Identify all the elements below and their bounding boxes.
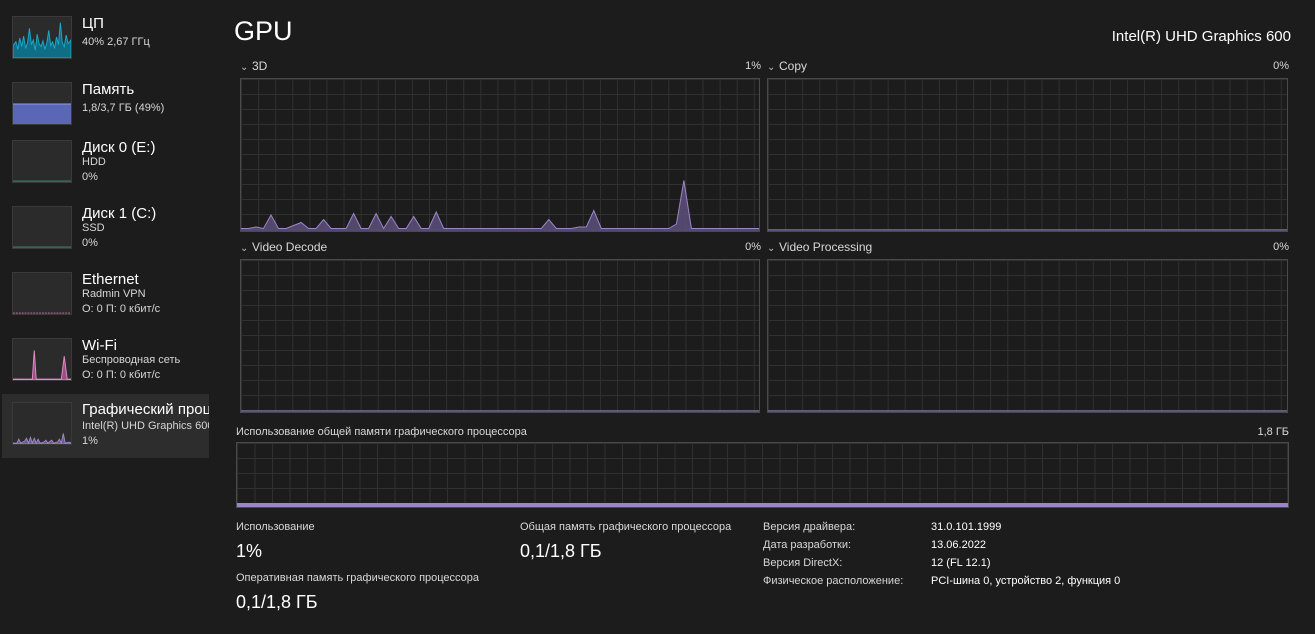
sidebar-item-title: Диск 0 (E:): [82, 139, 156, 156]
sidebar-item-title: Wi-Fi: [82, 337, 117, 354]
physical-location-value: PCI-шина 0, устройство 2, функция 0: [931, 575, 1121, 587]
shared-memory-label: Использование общей памяти графического …: [236, 426, 527, 438]
sidebar-item-detail: 0%: [82, 237, 98, 249]
gpu-performance-panel: GPU Intel(R) UHD Graphics 600 ⌄ 3D 1% ⌄ Co…: [212, 0, 1315, 634]
usage-area-chart: [241, 180, 759, 231]
chevron-down-icon: ⌄: [240, 62, 249, 73]
driver-date-label: Дата разработки:: [763, 539, 852, 551]
sidebar-item-title: Графический процессор 0: [82, 401, 209, 418]
shared-memory-graph: [236, 442, 1289, 508]
chevron-down-icon: ⌄: [767, 243, 776, 254]
engine-selector-copy[interactable]: ⌄ Copy: [767, 59, 807, 73]
usage-area-chart: [768, 410, 1287, 412]
shared-memory-fill: [237, 503, 1288, 507]
utilization-value: 1%: [236, 541, 263, 561]
engine-name: Copy: [779, 59, 808, 73]
disk-0-thumbnail-graph: [12, 140, 72, 183]
shared-gpu-memory-value: 0,1/1,8 ГБ: [520, 541, 602, 561]
gpu-thumbnail-graph: [12, 402, 72, 445]
chevron-down-icon: ⌄: [240, 243, 249, 254]
chevron-down-icon: ⌄: [767, 62, 776, 73]
engine-graph-3d: [240, 78, 760, 232]
engine-name: Video Processing: [779, 240, 873, 254]
engine-percent: 0%: [1273, 241, 1289, 253]
page-title: GPU: [234, 16, 293, 46]
sidebar-item-title: ЦП: [82, 15, 104, 32]
sidebar-item-disk-1[interactable]: Диск 1 (C:) SSD 0%: [2, 198, 209, 262]
shared-memory-capacity: 1,8 ГБ: [1257, 426, 1289, 438]
gpu-device-name: Intel(R) UHD Graphics 600: [1111, 28, 1291, 45]
sidebar: ЦП 40% 2,67 ГГц Память 1,8/3,7 ГБ (49%) …: [0, 0, 212, 634]
sidebar-item-detail: Intel(R) UHD Graphics 600: [82, 420, 209, 432]
engine-percent: 0%: [745, 241, 761, 253]
sidebar-item-wifi[interactable]: Wi-Fi Беспроводная сеть О: 0 П: 0 кбит/с: [2, 330, 209, 394]
sidebar-item-detail: 40% 2,67 ГГц: [82, 36, 150, 48]
shared-gpu-memory-label: Общая память графического процессора: [520, 521, 732, 533]
directx-version-value: 12 (FL 12.1): [931, 557, 991, 569]
engine-name: 3D: [252, 59, 268, 73]
sidebar-item-detail: Radmin VPN: [82, 288, 146, 300]
sidebar-item-memory[interactable]: Память 1,8/3,7 ГБ (49%): [2, 74, 209, 138]
physical-location-label: Физическое расположение:: [763, 575, 904, 587]
engine-selector-3d[interactable]: ⌄ 3D: [240, 59, 267, 73]
cpu-thumbnail-graph: [12, 16, 72, 59]
sidebar-item-detail: HDD: [82, 156, 106, 168]
sidebar-item-detail: 1,8/3,7 ГБ (49%): [82, 102, 165, 114]
engine-selector-video-processing[interactable]: ⌄ Video Processing: [767, 240, 872, 254]
usage-area-chart: [241, 410, 759, 412]
gpu-ram-label: Оперативная память графического процессо…: [236, 572, 480, 584]
sidebar-item-title: Память: [82, 81, 135, 98]
usage-area-chart: [768, 229, 1287, 231]
driver-version-label: Версия драйвера:: [763, 521, 856, 533]
sidebar-item-ethernet[interactable]: Ethernet Radmin VPN О: 0 П: 0 кбит/с: [2, 264, 209, 328]
engine-percent: 0%: [1273, 60, 1289, 72]
engine-graph-video-processing: [767, 259, 1288, 413]
wifi-thumbnail-graph: [12, 338, 72, 381]
ethernet-thumbnail-graph: [12, 272, 72, 315]
sidebar-item-detail: 0%: [82, 171, 98, 183]
gpu-ram-value: 0,1/1,8 ГБ: [236, 592, 318, 612]
sidebar-item-detail: SSD: [82, 222, 105, 234]
disk-1-thumbnail-graph: [12, 206, 72, 249]
sidebar-item-detail: О: 0 П: 0 кбит/с: [82, 369, 161, 381]
sidebar-item-disk-0[interactable]: Диск 0 (E:) HDD 0%: [2, 132, 209, 196]
sidebar-item-detail: Беспроводная сеть: [82, 354, 181, 366]
sidebar-item-title: Ethernet: [82, 271, 139, 288]
engine-percent: 1%: [745, 60, 761, 72]
engine-graph-copy: [767, 78, 1288, 232]
sidebar-item-title: Диск 1 (C:): [82, 205, 157, 222]
driver-date-value: 13.06.2022: [931, 539, 987, 551]
driver-version-value: 31.0.101.1999: [931, 521, 1002, 533]
usage-area-fill: [241, 180, 759, 231]
engine-name: Video Decode: [252, 240, 328, 254]
memory-thumbnail-graph: [12, 82, 72, 125]
sidebar-item-cpu[interactable]: ЦП 40% 2,67 ГГц: [2, 8, 209, 72]
utilization-label: Использование: [236, 521, 315, 533]
engine-selector-video-decode[interactable]: ⌄ Video Decode: [240, 240, 327, 254]
directx-version-label: Версия DirectX:: [763, 557, 843, 569]
sidebar-item-detail: 1%: [82, 435, 98, 447]
sidebar-item-gpu[interactable]: Графический процессор 0 Intel(R) UHD Gra…: [2, 394, 209, 458]
sidebar-item-detail: О: 0 П: 0 кбит/с: [82, 303, 161, 315]
engine-graph-video-decode: [240, 259, 760, 413]
